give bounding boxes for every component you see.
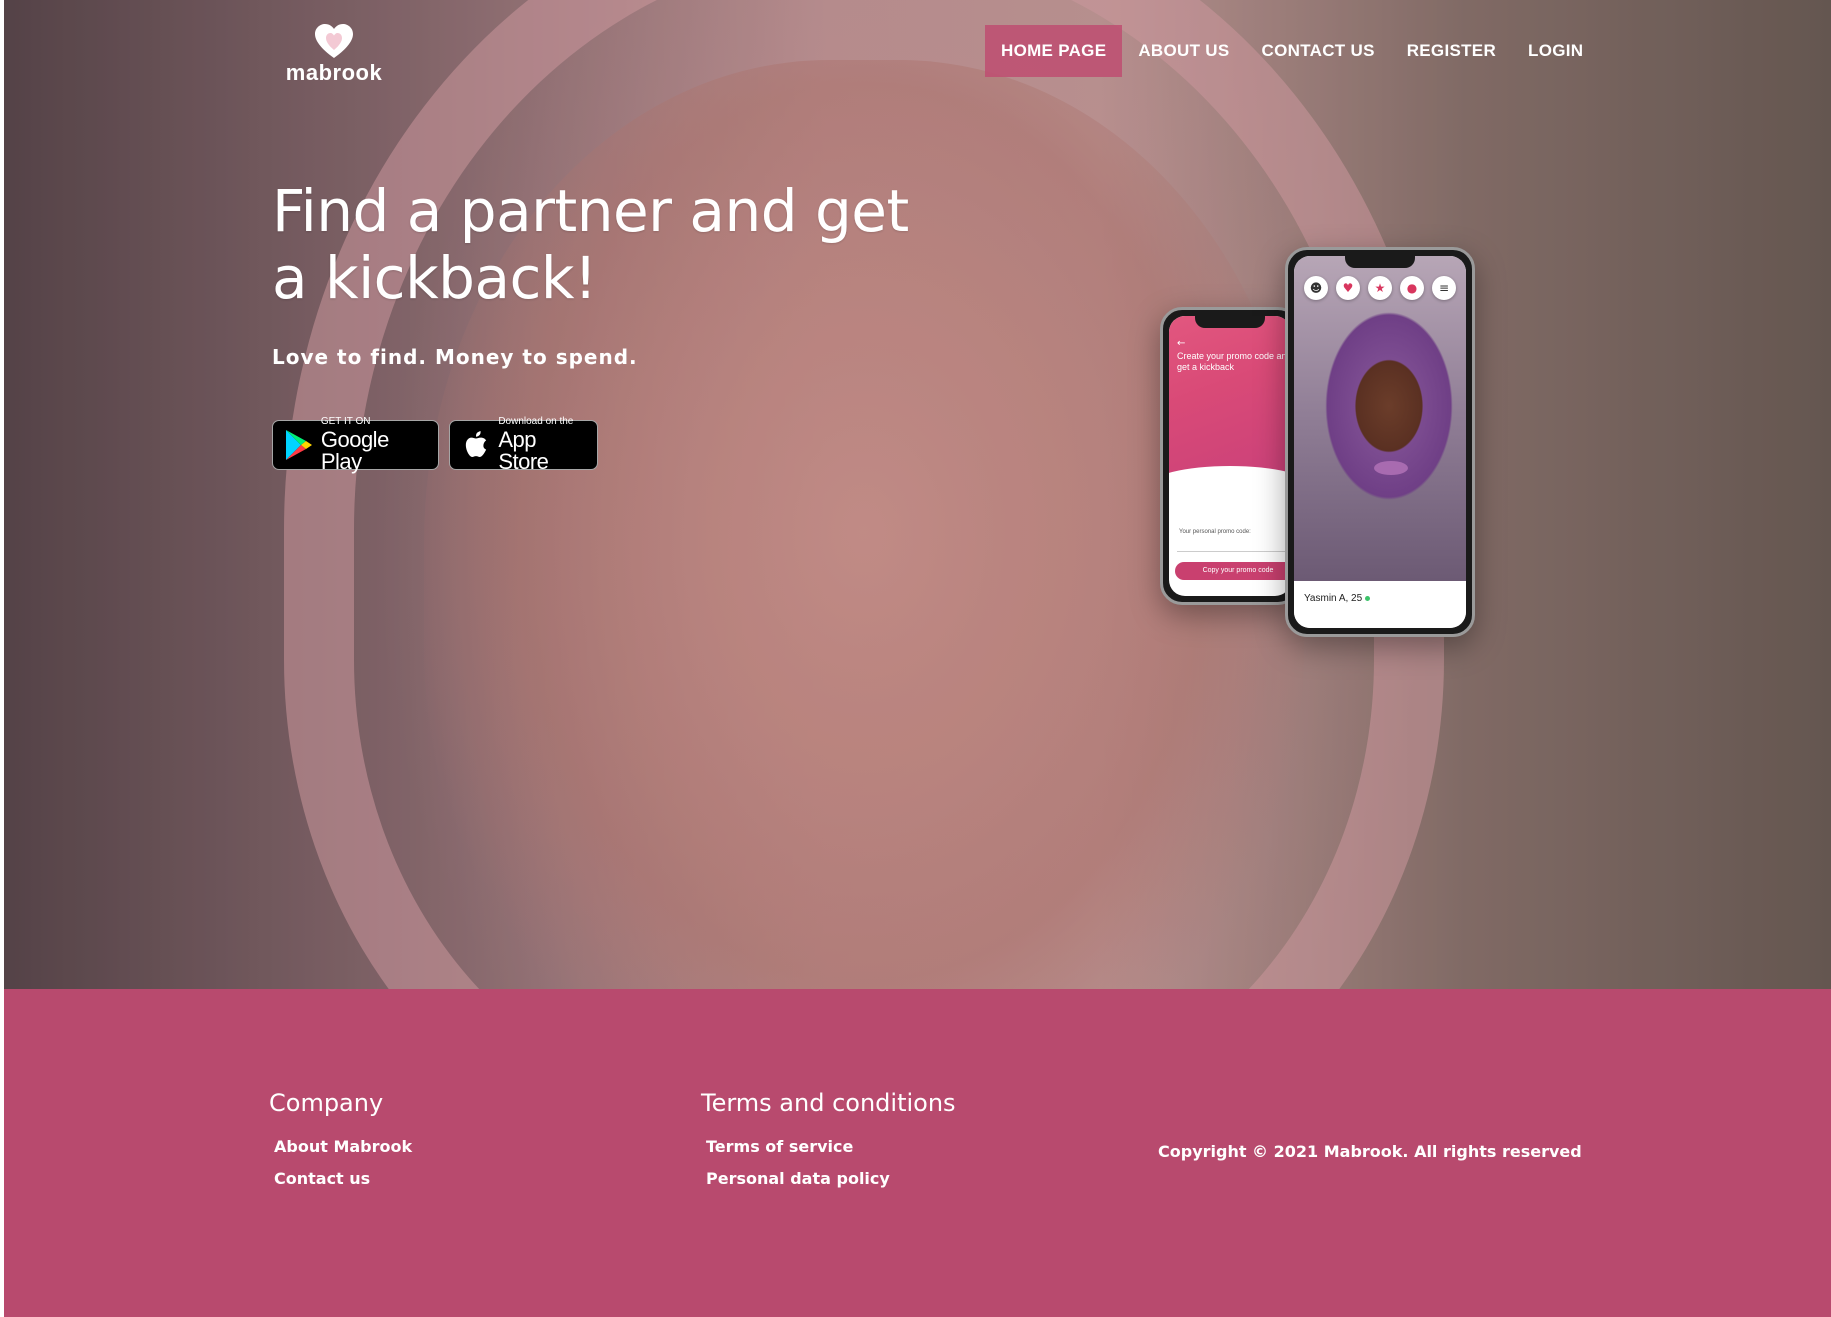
back-arrow-icon: ←	[1177, 338, 1186, 349]
footer-link-terms-of-service[interactable]: Terms of service	[706, 1131, 956, 1163]
site-footer: Company About Mabrook Contact us Terms a…	[4, 989, 1831, 1317]
google-badge-small: GET IT ON	[320, 416, 371, 427]
promo-title: Create your promo code and get a kickbac…	[1177, 351, 1291, 372]
profile-phone-mockup: ☻ ♥ ★ ● ≡ Yasmin A, 25	[1285, 247, 1475, 637]
profile-name: Yasmin A, 25	[1304, 593, 1363, 604]
google-play-badge[interactable]: GET IT ON Google Play	[272, 416, 439, 474]
online-status-dot	[1365, 595, 1371, 601]
footer-company-column: Company About Mabrook Contact us	[269, 1089, 412, 1195]
promo-field-label: Your personal promo code:	[1179, 529, 1251, 535]
brand-logo[interactable]: mabrook	[284, 24, 384, 86]
google-play-icon	[283, 428, 315, 462]
heart-icon: ♥	[1336, 276, 1360, 300]
google-badge-big: Google Play	[320, 427, 389, 474]
copyright-text: Copyright © 2021 Mabrook. All rights res…	[1158, 1142, 1582, 1161]
footer-link-contact-us[interactable]: Contact us	[274, 1163, 412, 1195]
menu-icon: ≡	[1432, 276, 1456, 300]
nav-home-page[interactable]: HOME PAGE	[985, 25, 1123, 77]
nav-login[interactable]: LOGIN	[1512, 25, 1599, 77]
footer-link-about-mabrook[interactable]: About Mabrook	[274, 1131, 412, 1163]
profile-photo	[1294, 256, 1466, 581]
heart-logo-icon	[314, 24, 354, 60]
nav-register[interactable]: REGISTER	[1391, 25, 1512, 77]
apple-icon	[460, 428, 492, 462]
nav-contact-us[interactable]: CONTACT US	[1246, 25, 1391, 77]
star-icon: ★	[1368, 276, 1392, 300]
profile-action-bar: ☻ ♥ ★ ● ≡	[1294, 276, 1466, 300]
profile-card: Yasmin A, 25	[1294, 581, 1466, 628]
apple-badge-big: App Store	[498, 427, 549, 474]
hero-section: mabrook HOME PAGE ABOUT US CONTACT US RE…	[4, 0, 1831, 989]
app-store-badge[interactable]: Download on the App Store	[449, 416, 598, 474]
hero-headline: Find a partner and get a kickback!	[272, 177, 909, 312]
promo-code-field	[1177, 540, 1291, 552]
user-icon: ☻	[1304, 276, 1328, 300]
nav-about-us[interactable]: ABOUT US	[1122, 25, 1245, 77]
footer-link-personal-data-policy[interactable]: Personal data policy	[706, 1163, 956, 1195]
promo-phone-mockup: ← Create your promo code and get a kickb…	[1160, 307, 1300, 605]
footer-terms-column: Terms and conditions Terms of service Pe…	[701, 1089, 956, 1195]
chat-icon: ●	[1400, 276, 1424, 300]
apple-badge-small: Download on the	[498, 416, 574, 427]
brand-name: mabrook	[285, 60, 383, 85]
hero-subheadline: Love to find. Money to spend.	[272, 345, 638, 369]
copy-promo-button: Copy your promo code	[1175, 562, 1291, 580]
footer-terms-heading: Terms and conditions	[701, 1089, 956, 1117]
footer-company-heading: Company	[269, 1089, 384, 1117]
main-nav: HOME PAGE ABOUT US CONTACT US REGISTER L…	[985, 25, 1599, 77]
